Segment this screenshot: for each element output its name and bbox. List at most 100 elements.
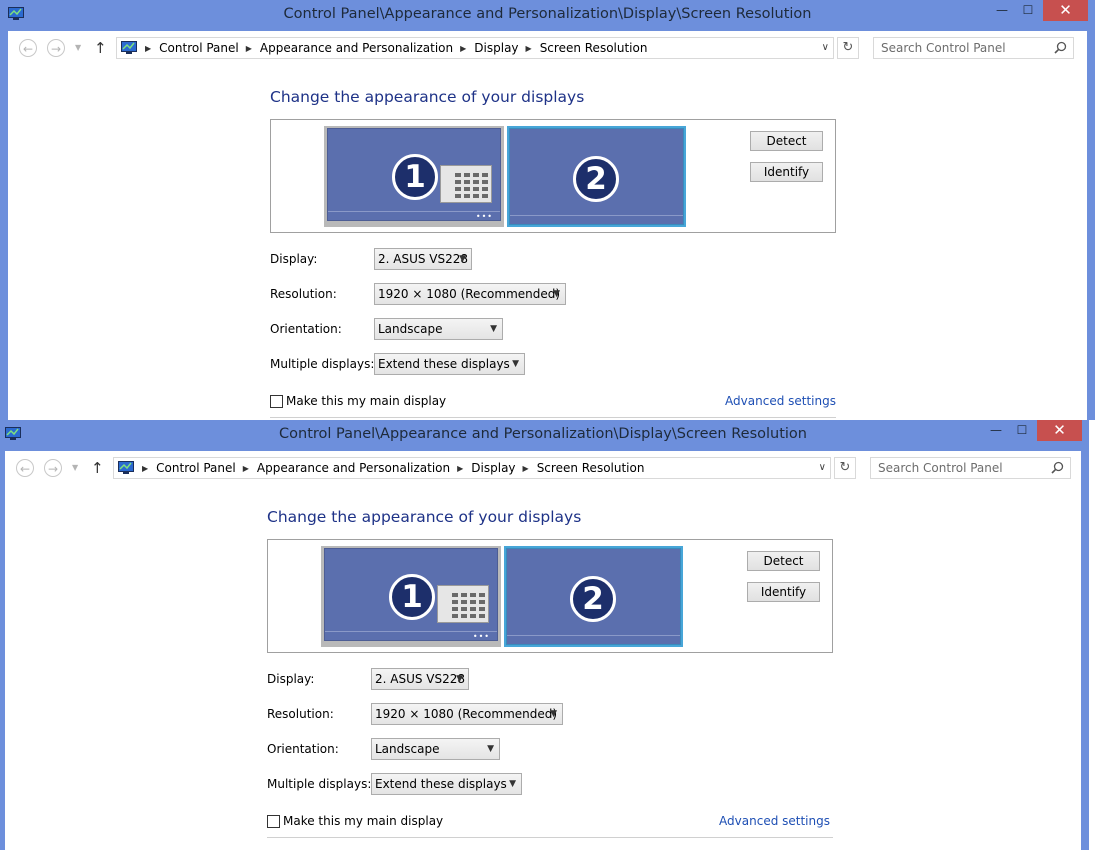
search-icon[interactable] bbox=[1054, 41, 1067, 54]
divider bbox=[270, 417, 836, 418]
search-input[interactable]: Search Control Panel bbox=[870, 457, 1071, 479]
multiple-displays-label: Multiple displays: bbox=[270, 357, 375, 371]
monitor-1[interactable]: 1 ••• bbox=[321, 546, 501, 647]
monitor-number-badge: 2 bbox=[573, 156, 619, 202]
chevron-down-icon: ▼ bbox=[550, 709, 557, 719]
breadcrumb-appearance[interactable]: Appearance and Personalization bbox=[260, 41, 453, 55]
monitor-dots: ••• bbox=[475, 212, 493, 221]
chevron-down-icon: ▼ bbox=[553, 289, 560, 299]
address-dropdown-icon[interactable]: ∨ bbox=[822, 38, 829, 58]
search-placeholder: Search Control Panel bbox=[878, 461, 1003, 475]
main-display-checkbox[interactable] bbox=[267, 815, 280, 828]
resolution-label: Resolution: bbox=[267, 707, 334, 721]
orientation-select-value: Landscape bbox=[375, 742, 440, 756]
window-title: Control Panel\Appearance and Personaliza… bbox=[279, 426, 807, 442]
resolution-select[interactable]: 1920 × 1080 (Recommended) ▼ bbox=[371, 703, 563, 725]
maximize-button[interactable]: ☐ bbox=[1014, 0, 1042, 21]
screen-resolution-window-bottom: Control Panel\Appearance and Personaliza… bbox=[0, 420, 1089, 850]
orientation-select[interactable]: Landscape ▼ bbox=[371, 738, 500, 760]
breadcrumb-screen-resolution[interactable]: Screen Resolution bbox=[540, 41, 648, 55]
search-icon[interactable] bbox=[1051, 461, 1064, 474]
recent-locations-chevron-icon[interactable]: ▼ bbox=[72, 459, 78, 477]
monitor-number-badge: 1 bbox=[389, 574, 435, 620]
back-button[interactable]: ← bbox=[16, 459, 34, 477]
breadcrumb-display[interactable]: Display bbox=[474, 41, 518, 55]
page-heading: Change the appearance of your displays bbox=[267, 508, 582, 526]
minimize-button[interactable]: — bbox=[982, 420, 1010, 441]
advanced-settings-link[interactable]: Advanced settings bbox=[719, 814, 830, 828]
breadcrumb-separator-icon[interactable]: ▶ bbox=[460, 44, 466, 53]
display-select[interactable]: 2. ASUS VS228 ▼ bbox=[371, 668, 469, 690]
breadcrumb-separator-icon[interactable]: ▶ bbox=[523, 464, 529, 473]
back-button[interactable]: ← bbox=[19, 39, 37, 57]
screen-resolution-window-top: Control Panel\Appearance and Personaliza… bbox=[0, 0, 1095, 420]
main-display-checkbox-label[interactable]: Make this my main display bbox=[286, 394, 446, 408]
orientation-label: Orientation: bbox=[270, 322, 342, 336]
recent-locations-chevron-icon[interactable]: ▼ bbox=[75, 39, 81, 57]
refresh-button[interactable]: ↻ bbox=[834, 457, 856, 479]
taskbar-line bbox=[507, 635, 680, 636]
resolution-label: Resolution: bbox=[270, 287, 337, 301]
refresh-button[interactable]: ↻ bbox=[837, 37, 859, 59]
breadcrumb-separator-icon[interactable]: ▶ bbox=[526, 44, 532, 53]
chevron-down-icon: ▼ bbox=[509, 779, 516, 789]
search-input[interactable]: Search Control Panel bbox=[873, 37, 1074, 59]
monitor-1[interactable]: 1 ••• bbox=[324, 126, 504, 227]
detect-button[interactable]: Detect bbox=[750, 131, 823, 151]
taskbar-line bbox=[328, 211, 500, 212]
display-label: Display: bbox=[270, 252, 318, 266]
main-display-checkbox[interactable] bbox=[270, 395, 283, 408]
identify-button[interactable]: Identify bbox=[750, 162, 823, 182]
multiple-displays-select[interactable]: Extend these displays ▼ bbox=[374, 353, 525, 375]
detect-button[interactable]: Detect bbox=[747, 551, 820, 571]
title-bar[interactable]: Control Panel\Appearance and Personaliza… bbox=[0, 420, 1089, 451]
search-placeholder: Search Control Panel bbox=[881, 41, 1006, 55]
breadcrumb-separator-icon[interactable]: ▶ bbox=[457, 464, 463, 473]
forward-button[interactable]: → bbox=[44, 459, 62, 477]
monitor-number-badge: 1 bbox=[392, 154, 438, 200]
title-bar[interactable]: Control Panel\Appearance and Personaliza… bbox=[0, 0, 1095, 31]
breadcrumb-control-panel[interactable]: Control Panel bbox=[156, 461, 236, 475]
close-button[interactable]: ✕ bbox=[1037, 420, 1082, 441]
chevron-down-icon: ▼ bbox=[487, 744, 494, 754]
multiple-displays-select[interactable]: Extend these displays ▼ bbox=[371, 773, 522, 795]
minimize-button[interactable]: — bbox=[988, 0, 1016, 21]
monitor-2-selected[interactable]: 2 bbox=[507, 126, 686, 227]
display-select-value: 2. ASUS VS228 bbox=[375, 672, 466, 686]
breadcrumb-separator-icon[interactable]: ▶ bbox=[145, 44, 151, 53]
breadcrumb-appearance[interactable]: Appearance and Personalization bbox=[257, 461, 450, 475]
control-panel-icon bbox=[121, 41, 137, 54]
address-dropdown-icon[interactable]: ∨ bbox=[819, 458, 826, 478]
multiple-displays-select-value: Extend these displays bbox=[378, 357, 510, 371]
navigation-bar: ← → ▼ ↑ ▶ Control Panel ▶ Appearance and… bbox=[8, 31, 1087, 67]
breadcrumb-separator-icon[interactable]: ▶ bbox=[142, 464, 148, 473]
maximize-button[interactable]: ☐ bbox=[1008, 420, 1036, 441]
address-bar[interactable]: ▶ Control Panel ▶ Appearance and Persona… bbox=[116, 37, 834, 59]
up-button[interactable]: ↑ bbox=[94, 38, 107, 58]
window-client-area: ← → ▼ ↑ ▶ Control Panel ▶ Appearance and… bbox=[8, 31, 1087, 420]
divider bbox=[267, 837, 833, 838]
breadcrumb-display[interactable]: Display bbox=[471, 461, 515, 475]
breadcrumb-separator-icon[interactable]: ▶ bbox=[243, 464, 249, 473]
close-button[interactable]: ✕ bbox=[1043, 0, 1088, 21]
chevron-down-icon: ▼ bbox=[456, 674, 463, 684]
breadcrumb-control-panel[interactable]: Control Panel bbox=[159, 41, 239, 55]
multiple-displays-select-value: Extend these displays bbox=[375, 777, 507, 791]
forward-button[interactable]: → bbox=[47, 39, 65, 57]
display-select-value: 2. ASUS VS228 bbox=[378, 252, 469, 266]
address-bar[interactable]: ▶ Control Panel ▶ Appearance and Persona… bbox=[113, 457, 831, 479]
monitor-2-selected[interactable]: 2 bbox=[504, 546, 683, 647]
main-display-checkbox-label[interactable]: Make this my main display bbox=[283, 814, 443, 828]
breadcrumb-screen-resolution[interactable]: Screen Resolution bbox=[537, 461, 645, 475]
resolution-select-value: 1920 × 1080 (Recommended) bbox=[378, 287, 561, 301]
chevron-down-icon: ▼ bbox=[512, 359, 519, 369]
identify-button[interactable]: Identify bbox=[747, 582, 820, 602]
orientation-select-value: Landscape bbox=[378, 322, 443, 336]
breadcrumb-separator-icon[interactable]: ▶ bbox=[246, 44, 252, 53]
display-select[interactable]: 2. ASUS VS228 ▼ bbox=[374, 248, 472, 270]
orientation-select[interactable]: Landscape ▼ bbox=[374, 318, 503, 340]
advanced-settings-link[interactable]: Advanced settings bbox=[725, 394, 836, 408]
resolution-select-value: 1920 × 1080 (Recommended) bbox=[375, 707, 558, 721]
resolution-select[interactable]: 1920 × 1080 (Recommended) ▼ bbox=[374, 283, 566, 305]
up-button[interactable]: ↑ bbox=[91, 458, 104, 478]
